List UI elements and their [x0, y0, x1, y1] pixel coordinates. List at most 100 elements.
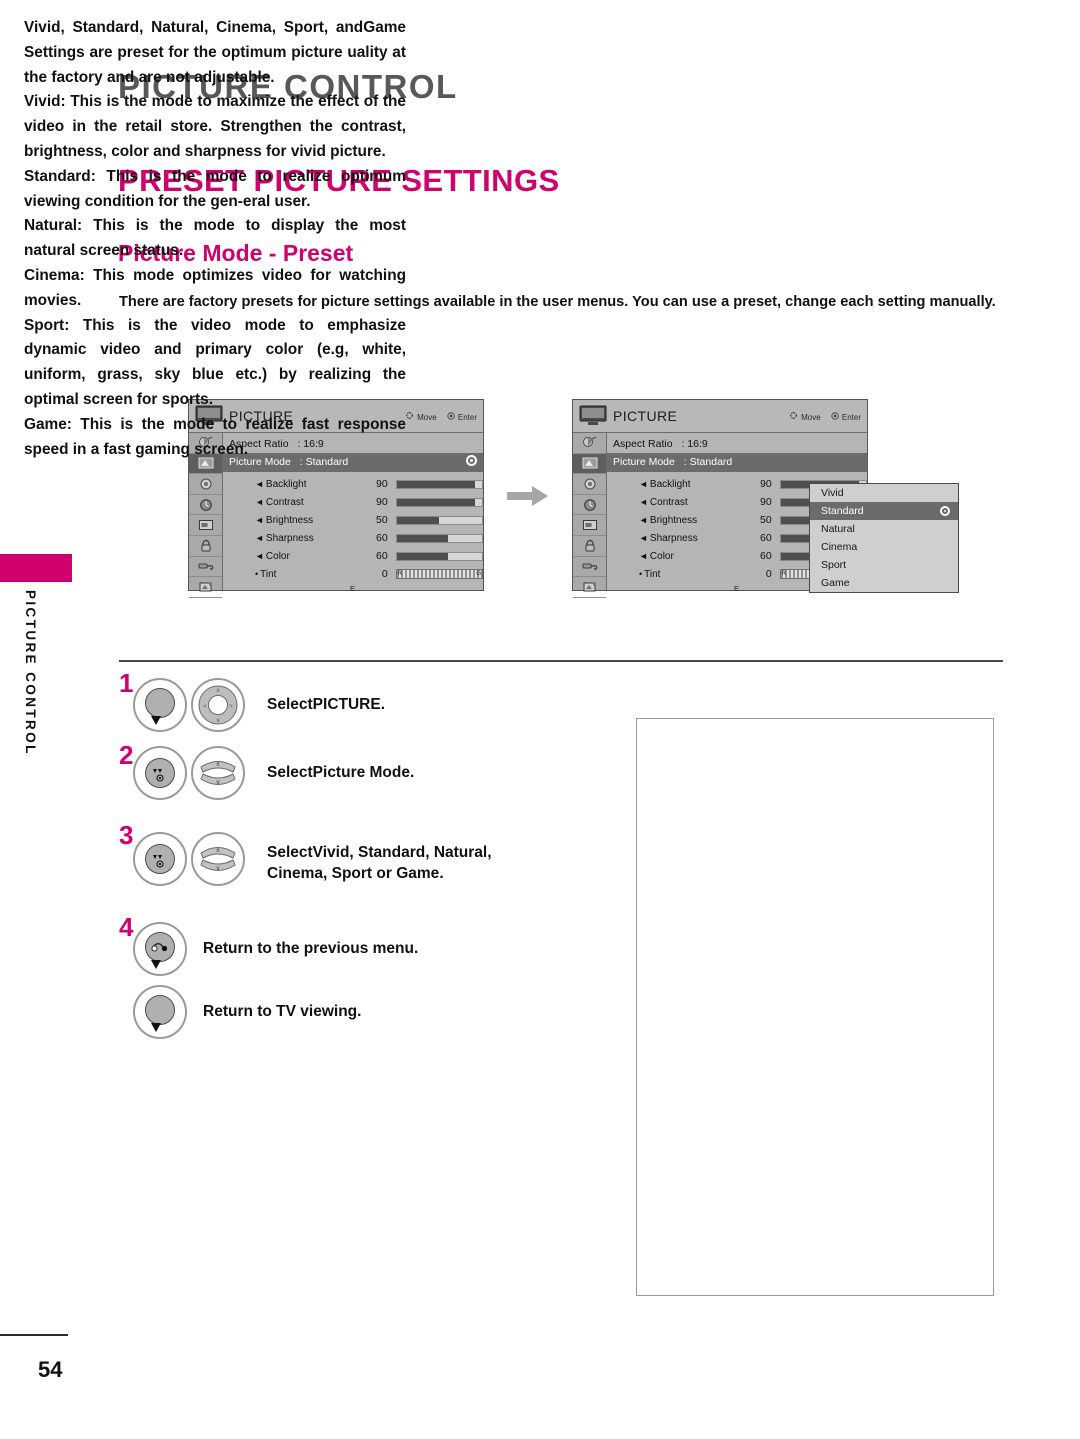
rail-item-lock[interactable]: [189, 536, 222, 557]
slider-bar[interactable]: [395, 551, 483, 561]
enter-dot-icon: [447, 412, 455, 422]
slider-row[interactable]: ◄ Brightness 50: [222, 511, 483, 529]
osd-hint: Move Enter: [789, 411, 861, 422]
description-paragraph-sport: Sport: This is the video mode to emphasi…: [24, 314, 406, 413]
slider-label: Color: [649, 550, 674, 562]
enter-glyph-icon: [153, 855, 164, 868]
slider-row-tint[interactable]: •Tint 0 R G: [222, 565, 483, 583]
slider-row[interactable]: ◄ Backlight 90: [222, 475, 483, 493]
slider-value: 50: [376, 514, 388, 526]
step-3-bold-line1: Vivid, Standard, Natural,: [312, 844, 492, 861]
picture-mode-label: Picture Mode: [613, 456, 675, 468]
bullet-icon: •: [255, 568, 259, 579]
rail-item-satellite[interactable]: [573, 433, 606, 454]
tint-bar[interactable]: R G: [395, 569, 483, 579]
step-2-bold: Picture Mode: [312, 764, 410, 781]
description-box: [636, 718, 994, 1296]
desc-standard-lead: Standard: [24, 167, 91, 185]
menu-button[interactable]: [133, 678, 187, 732]
back-button[interactable]: [133, 922, 187, 976]
bullet-icon: ◄: [639, 532, 648, 543]
lock-icon: [201, 539, 210, 552]
step-4-text: Return to the previous menu.: [203, 940, 419, 957]
picture-mode-dropdown[interactable]: Vivid Standard Natural Cinema Sport Game: [809, 483, 959, 593]
dropdown-item-label: Sport: [821, 559, 847, 571]
rail-item-input[interactable]: [189, 557, 222, 578]
slider-row[interactable]: ◄ Sharpness 60: [222, 529, 483, 547]
enter-button[interactable]: [133, 746, 187, 800]
osd-e-mark: E: [349, 584, 355, 593]
up-down-button[interactable]: ∧ ∨: [191, 832, 245, 886]
slider-label: Contrast: [265, 496, 304, 508]
description-paragraph-standard: Standard: This is the mode to realize op…: [24, 165, 406, 215]
dropdown-item-game[interactable]: Game: [810, 574, 958, 592]
bullet-icon: ◄: [255, 532, 264, 543]
dropdown-item-cinema[interactable]: Cinema: [810, 538, 958, 556]
dropdown-item-vivid[interactable]: Vivid: [810, 484, 958, 502]
step-3-period: .: [439, 865, 444, 882]
rail-item-clock[interactable]: [573, 495, 606, 516]
slider-row[interactable]: ◄ Color 60: [222, 547, 483, 565]
step-exit-text: Return to TV viewing.: [203, 1003, 362, 1020]
desc-sport-rest: : This is the video mode to emphasize dy…: [24, 316, 406, 408]
osd-row-picture-mode[interactable]: Picture Mode : Standard: [606, 453, 867, 472]
step-1-text: SelectPICTURE.: [267, 694, 385, 715]
dropdown-item-standard[interactable]: Standard: [810, 502, 958, 520]
desc-natural-lead: Natural: [24, 217, 78, 235]
svg-text:∧: ∧: [216, 688, 220, 694]
rail-item-audio[interactable]: [189, 474, 222, 495]
step-3-sep: ,: [323, 865, 332, 882]
dropdown-item-natural[interactable]: Natural: [810, 520, 958, 538]
audio-icon: [200, 478, 211, 490]
slider-row[interactable]: ◄ Contrast 90: [222, 493, 483, 511]
setup-icon: [582, 520, 597, 531]
rail-item-usb[interactable]: [573, 577, 606, 598]
osd-screen-picture-mode-dropdown: PICTURE Move Enter Aspect Ratio: 16:9 P…: [572, 399, 959, 598]
step-2-suffix: .: [410, 764, 415, 781]
dropdown-item-sport[interactable]: Sport: [810, 556, 958, 574]
exit-button[interactable]: [133, 985, 187, 1039]
rail-item-setup[interactable]: [189, 515, 222, 536]
enter-glyph-icon: [153, 769, 164, 782]
dropdown-item-label: Game: [821, 577, 850, 589]
up-down-button[interactable]: ∧ ∨: [191, 746, 245, 800]
step-4: 4 Return to the previous menu.: [119, 914, 639, 983]
rail-item-lock[interactable]: [573, 536, 606, 557]
rail-item-setup[interactable]: [573, 515, 606, 536]
rail-item-audio[interactable]: [573, 474, 606, 495]
slider-bar[interactable]: [395, 533, 483, 543]
manual-page: PICTURE CONTROL PICTURE CONTROL PRESET P…: [0, 0, 1080, 1439]
step-1: 1 ∧ ∨ < > SelectPICTURE.: [119, 670, 639, 744]
bullet-icon: ◄: [255, 496, 264, 507]
slider-label: Backlight: [265, 478, 307, 490]
down-triangle-icon: [151, 1023, 161, 1032]
osd-row-aspect-ratio[interactable]: Aspect Ratio : 16:9: [606, 436, 867, 452]
osd-slider-list: ◄ Backlight 90 ◄ Contrast 90 ◄ Brightness 5…: [222, 475, 483, 583]
step-3-bold-sport: Sport: [331, 865, 373, 882]
step-3-bold-cinema: Cinema: [267, 865, 323, 882]
slider-label: Contrast: [649, 496, 688, 508]
bullet-icon: ◄: [639, 478, 648, 489]
page-number: 54: [38, 1357, 63, 1382]
slider-bar[interactable]: [395, 497, 483, 507]
slider-value: 90: [376, 478, 388, 490]
rail-item-usb[interactable]: [189, 577, 222, 598]
desc-sport-lead: Sport: [24, 316, 65, 334]
slider-label: Backlight: [649, 478, 691, 490]
step-3-prefix: Select: [267, 844, 313, 861]
rail-item-input[interactable]: [573, 557, 606, 578]
slider-value: 60: [760, 550, 772, 562]
step-2: 2 ∧ ∨ SelectPicture Mode.: [119, 740, 639, 824]
navigation-wheel[interactable]: ∧ ∨ < >: [191, 678, 245, 732]
enter-button[interactable]: [133, 832, 187, 886]
rail-item-picture[interactable]: [573, 453, 606, 475]
slider-value: 90: [760, 496, 772, 508]
selected-radio-icon: [940, 506, 950, 516]
setup-icon: [198, 520, 213, 531]
slider-bar[interactable]: [395, 515, 483, 525]
slider-bar[interactable]: [395, 479, 483, 489]
step-3-or: or: [372, 865, 397, 882]
step-number: 2: [119, 740, 134, 770]
rail-item-clock[interactable]: [189, 495, 222, 516]
step-1-suffix: .: [380, 696, 386, 713]
